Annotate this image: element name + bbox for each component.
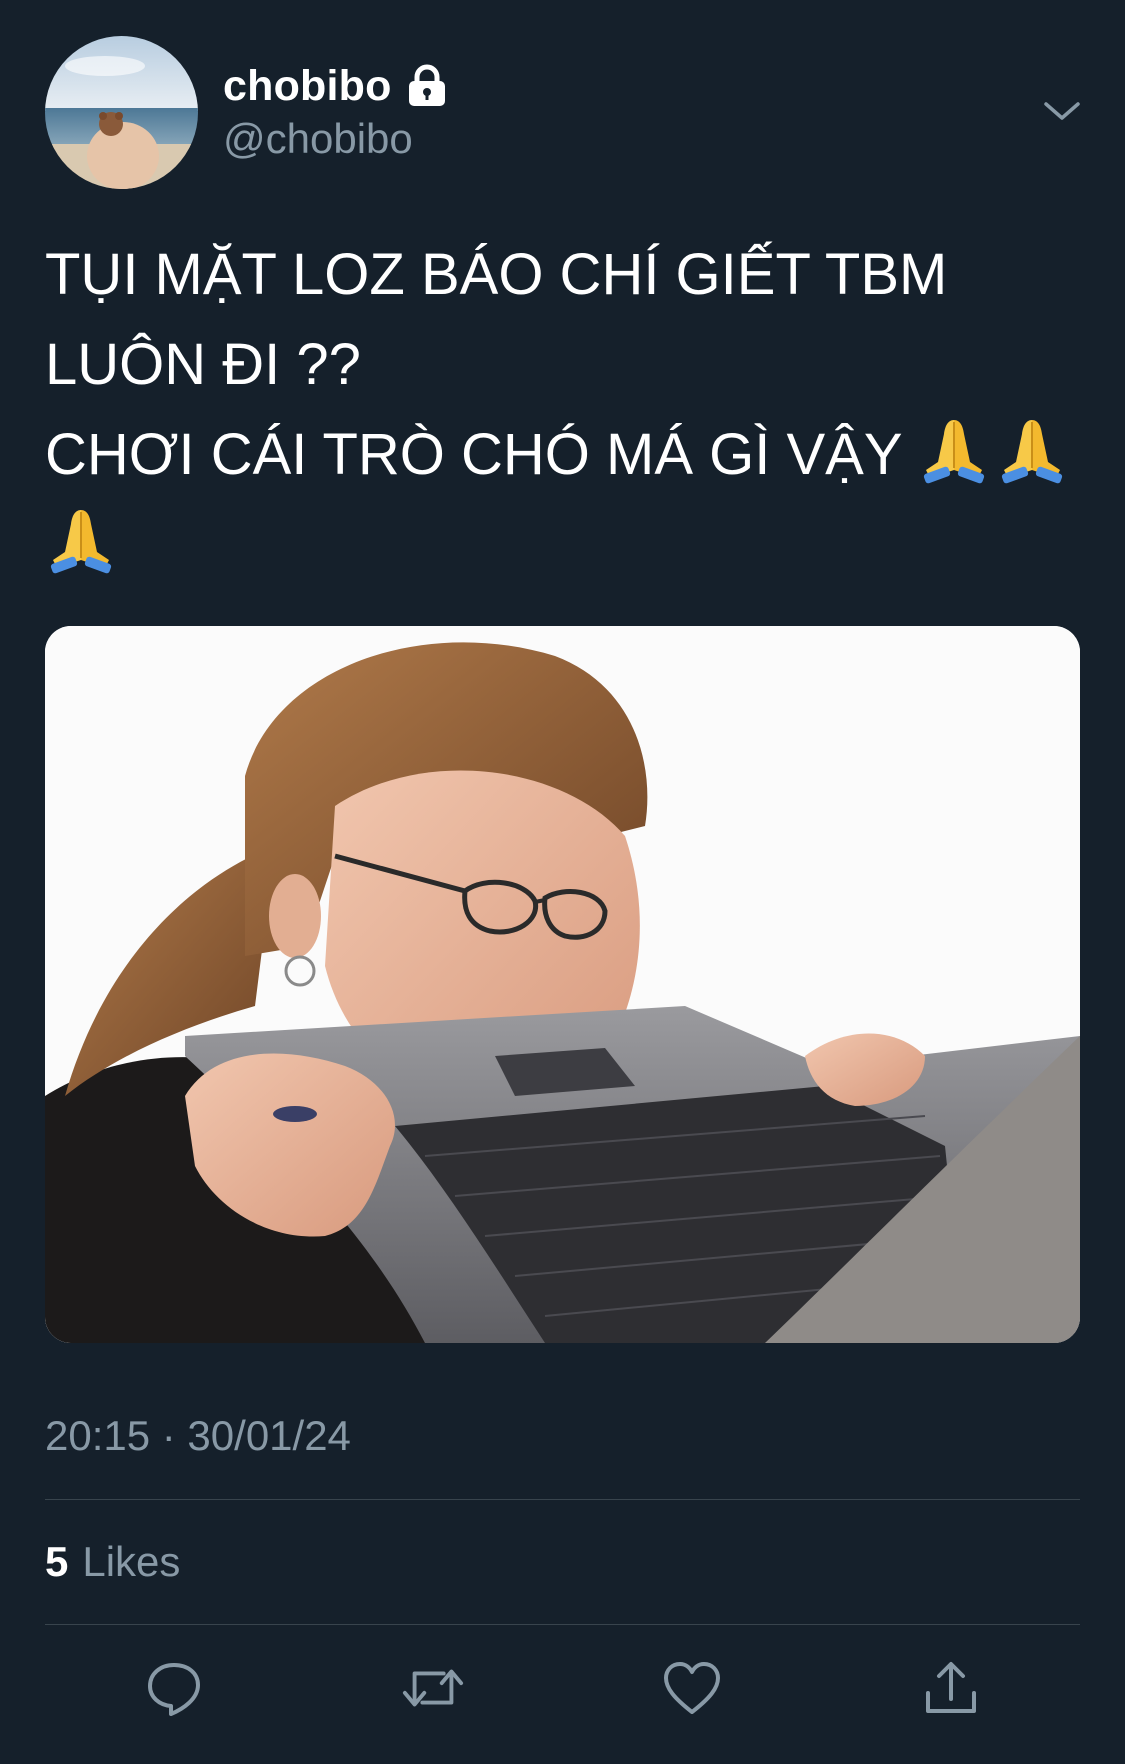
tweet-text-line-1: TỤI MẶT LOZ BÁO CHÍ GIẾT TBM bbox=[45, 242, 948, 307]
tweet-text-line-2: LUÔN ĐI ?? bbox=[45, 332, 361, 397]
tweet-text-line-3: CHƠI CÁI TRÒ CHÓ MÁ GÌ VẬY bbox=[45, 422, 902, 487]
photo-illustration bbox=[45, 626, 1080, 1343]
likes-stat[interactable]: 5 Likes bbox=[45, 1538, 180, 1586]
avatar[interactable] bbox=[45, 36, 198, 189]
tweet-timestamp[interactable]: 20:15 · 30/01/24 bbox=[45, 1412, 351, 1460]
folded-hands-emoji bbox=[45, 502, 117, 574]
share-icon[interactable] bbox=[919, 1656, 983, 1720]
folded-hands-emoji bbox=[996, 412, 1068, 484]
heart-icon[interactable] bbox=[660, 1656, 724, 1720]
user-handle[interactable]: @chobibo bbox=[223, 115, 413, 163]
reply-icon[interactable] bbox=[142, 1656, 206, 1720]
display-name[interactable]: chobibo bbox=[223, 62, 392, 111]
folded-hands-emoji bbox=[918, 412, 990, 484]
user-name-row: chobibo bbox=[223, 60, 448, 112]
avatar-image bbox=[45, 36, 198, 189]
likes-label: Likes bbox=[82, 1538, 181, 1585]
tweet-media-image[interactable] bbox=[45, 626, 1080, 1343]
likes-count: 5 bbox=[45, 1538, 69, 1585]
tweet-text: TỤI MẶT LOZ BÁO CHÍ GIẾT TBM LUÔN ĐI ?? … bbox=[45, 230, 1085, 590]
retweet-icon[interactable] bbox=[401, 1656, 465, 1720]
chevron-down-icon[interactable] bbox=[1042, 96, 1082, 126]
divider bbox=[45, 1624, 1080, 1625]
tweet-detail: chobibo @chobibo TỤI MẶT LOZ BÁO CHÍ GIẾ… bbox=[0, 0, 1125, 1764]
divider bbox=[45, 1499, 1080, 1500]
lock-icon bbox=[406, 64, 448, 108]
